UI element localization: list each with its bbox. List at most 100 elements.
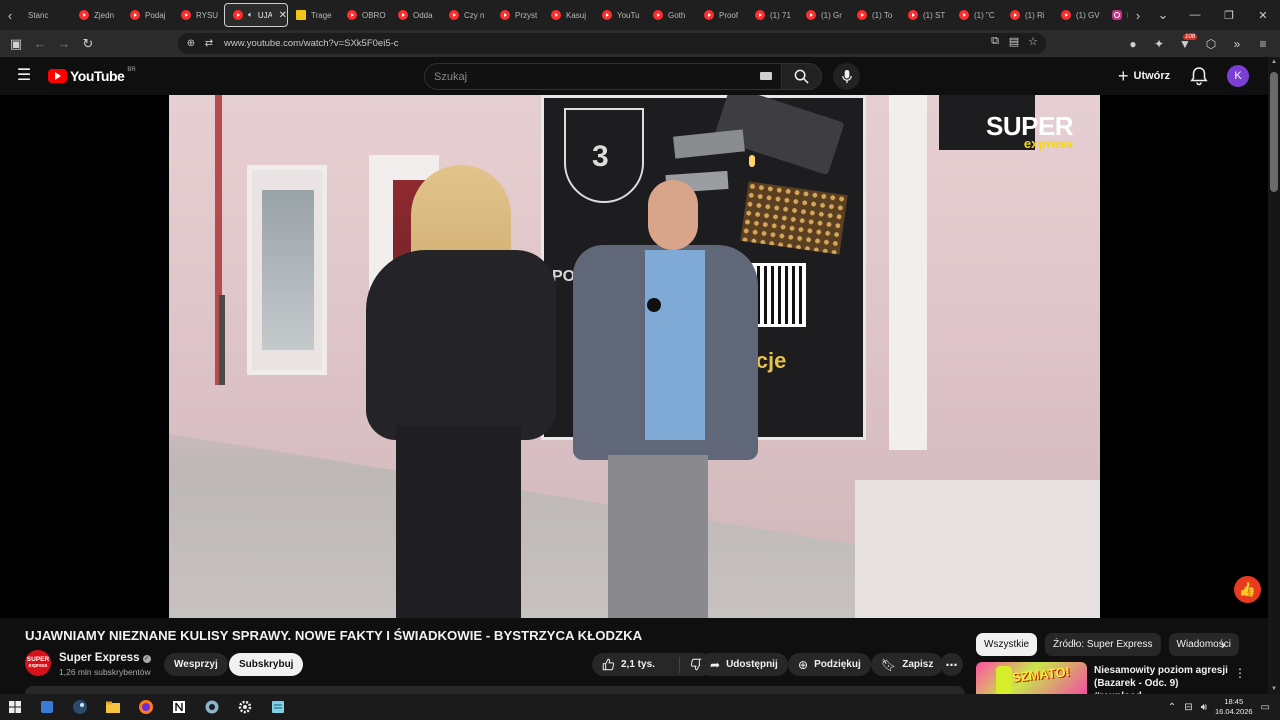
channel-name-text[interactable]: Super Express: [59, 652, 140, 664]
chip-source[interactable]: Źródło: Super Express: [1045, 633, 1161, 656]
tracking-prevention-icon[interactable]: ⇄: [202, 38, 216, 49]
keyboard-icon[interactable]: [760, 72, 772, 80]
restore-icon[interactable]: ❐: [1212, 0, 1246, 30]
settings-icon[interactable]: [228, 694, 261, 720]
reading-view-icon[interactable]: ▤: [1007, 35, 1021, 48]
app-icon[interactable]: [195, 694, 228, 720]
browser-tab[interactable]: Podaj: [122, 3, 173, 27]
extensions-icon[interactable]: ✦: [1148, 37, 1170, 51]
minimize-icon[interactable]: —: [1178, 0, 1212, 30]
browser-tab[interactable]: Inst: [1104, 3, 1128, 27]
browser-tab[interactable]: Odda: [390, 3, 441, 27]
chip-all[interactable]: Wszystkie: [976, 633, 1037, 656]
menu-icon[interactable]: ☰: [14, 67, 34, 85]
close-tab-icon[interactable]: ✕: [279, 10, 287, 21]
browser-tab[interactable]: Trage: [288, 3, 339, 27]
search-input[interactable]: Szukaj: [424, 63, 785, 90]
channel-avatar[interactable]: SUPER express: [25, 650, 51, 676]
thanks-button[interactable]: ⊕ Podziękuj: [788, 653, 871, 676]
video-frame-wall-base: [855, 480, 1100, 618]
tray-overflow-icon[interactable]: ⌃: [1168, 702, 1176, 713]
browser-tab[interactable]: (1) "C: [951, 3, 1002, 27]
shield-extension-icon[interactable]: ●: [1122, 37, 1144, 51]
recommended-more-icon[interactable]: ⋮: [1234, 666, 1246, 680]
browser-tab[interactable]: (1) GV: [1053, 3, 1104, 27]
support-button[interactable]: Wesprzyj: [164, 653, 228, 676]
more-actions-button[interactable]: ⋯: [940, 653, 963, 676]
scroll-down-icon[interactable]: ▼: [1271, 686, 1277, 692]
network-icon[interactable]: ⊟: [1184, 702, 1192, 713]
channel-name[interactable]: Super Express ✓: [59, 652, 151, 664]
browser-tab[interactable]: (1) ST: [900, 3, 951, 27]
browser-tab[interactable]: Goth: [645, 3, 696, 27]
browser-tab[interactable]: Stanc: [20, 3, 71, 27]
address-url[interactable]: www.youtube.com/watch?v=SXk5F0ei5-c: [224, 38, 399, 49]
windows-start-icon[interactable]: [0, 694, 30, 720]
page-scrollbar[interactable]: ▲ ▼: [1268, 57, 1280, 694]
scrollbar-thumb[interactable]: [1270, 72, 1278, 192]
notepad-icon[interactable]: [261, 694, 294, 720]
recommended-thumbnail[interactable]: SZMATO!: [976, 662, 1087, 694]
browser-tab[interactable]: RYSU: [173, 3, 224, 27]
browser-tab[interactable]: Przyst: [492, 3, 543, 27]
reload-icon[interactable]: ↻: [76, 32, 100, 56]
browser-tab[interactable]: (1) To: [849, 3, 900, 27]
back-icon[interactable]: ←: [28, 32, 52, 56]
file-explorer-icon[interactable]: [96, 694, 129, 720]
address-bar[interactable]: ⊕ ⇄ www.youtube.com/watch?v=SXk5F0ei5-c …: [178, 33, 1046, 54]
browser-essentials-icon[interactable]: ⬡: [1200, 37, 1222, 51]
site-info-icon[interactable]: ⊕: [184, 38, 198, 49]
video-player[interactable]: 3 POZ macje SUPER express: [169, 95, 1100, 618]
browser-tab[interactable]: (1) Ri: [1002, 3, 1053, 27]
volume-icon[interactable]: 🔊︎: [1201, 702, 1207, 713]
tab-scroll-right-icon[interactable]: ›: [1128, 0, 1148, 30]
browser-tab[interactable]: (1) Gr: [798, 3, 849, 27]
firefox-icon[interactable]: [129, 694, 162, 720]
share-button[interactable]: ➦ Udostępnij: [700, 653, 788, 676]
browser-menu-icon[interactable]: ≡: [1252, 37, 1274, 51]
notifications-icon[interactable]: ▭: [1261, 702, 1270, 713]
browser-tab-label: (1) Gr: [821, 10, 842, 20]
browser-tab[interactable]: OBRO: [339, 3, 390, 27]
browser-tab-label: Kasuj: [566, 10, 587, 20]
recommended-video[interactable]: SZMATO! Niesamowity poziom agresji (Baza…: [976, 662, 1246, 702]
tab-audio-icon[interactable]: 🔈︎: [248, 10, 253, 20]
screenshot-icon[interactable]: ⧉: [988, 35, 1002, 48]
browser-tab[interactable]: (1) 71: [747, 3, 798, 27]
browser-tab-label: (1) GV: [1076, 10, 1100, 20]
tab-scroll-left-icon[interactable]: ‹: [0, 0, 20, 30]
create-button[interactable]: + Utwórz: [1118, 65, 1170, 87]
scroll-up-icon[interactable]: ▲: [1271, 59, 1277, 65]
description-box[interactable]: [25, 686, 965, 694]
youtube-logo[interactable]: YouTube BR: [48, 67, 136, 84]
subscribe-button[interactable]: Subskrybuj: [229, 653, 304, 676]
steam-icon[interactable]: [63, 694, 96, 720]
edge-icon[interactable]: [30, 694, 63, 720]
browser-tab[interactable]: 🔈︎ UJA ✕: [224, 3, 288, 27]
browser-tab[interactable]: YouTu: [594, 3, 645, 27]
voice-search-button[interactable]: [833, 63, 860, 90]
save-button[interactable]: 🔖︎ Zapisz: [871, 653, 944, 676]
browser-tab[interactable]: Kasuj: [543, 3, 594, 27]
ublock-extension-icon[interactable]: ▼ 108: [1174, 33, 1197, 51]
thanks-icon: ⊕: [798, 657, 809, 672]
account-avatar[interactable]: K: [1227, 65, 1249, 87]
notion-icon[interactable]: [162, 694, 195, 720]
search-button[interactable]: [781, 63, 822, 90]
tab-list-dropdown-icon[interactable]: ⌄: [1148, 0, 1178, 30]
taskbar-clock[interactable]: 18:45 16.04.2026: [1215, 697, 1253, 717]
browser-tab[interactable]: Czy n: [441, 3, 492, 27]
browser-tab-label: (1) ST: [923, 10, 946, 20]
more-tools-icon[interactable]: »: [1226, 37, 1248, 51]
forward-icon[interactable]: →: [52, 32, 76, 56]
favorite-star-icon[interactable]: ☆: [1026, 35, 1040, 48]
close-window-icon[interactable]: ✕: [1246, 0, 1280, 30]
tab-actions-icon[interactable]: ▣: [4, 32, 28, 56]
notifications-bell-icon[interactable]: [1190, 66, 1208, 86]
like-button[interactable]: 2,1 tys.: [592, 656, 680, 673]
chip-news[interactable]: Wiadomości: [1168, 633, 1239, 656]
thumbs-up-floating-icon[interactable]: 👍: [1234, 576, 1261, 603]
browser-tab[interactable]: Zjedn: [71, 3, 122, 27]
browser-tab[interactable]: Proof: [696, 3, 747, 27]
chips-next-icon[interactable]: ›: [1221, 637, 1225, 652]
